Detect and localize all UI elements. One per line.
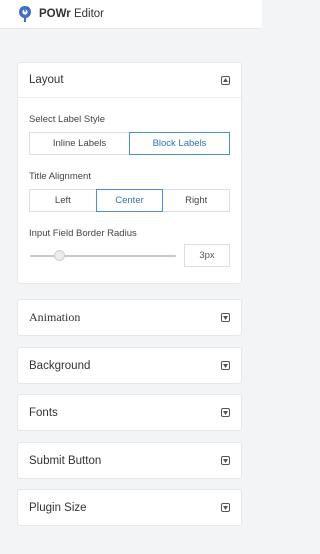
title-alignment-heading: Title Alignment bbox=[29, 171, 91, 182]
animation-panel: Animation bbox=[17, 299, 242, 336]
expand-down-icon[interactable] bbox=[221, 361, 230, 370]
expand-down-icon[interactable] bbox=[221, 313, 230, 322]
plugin-size-panel-header[interactable]: Plugin Size bbox=[18, 490, 241, 525]
editor-header: POWr Editor bbox=[0, 0, 262, 29]
expand-down-icon[interactable] bbox=[221, 503, 230, 512]
align-right-button[interactable]: Right bbox=[162, 189, 231, 212]
app-brand: POWr bbox=[39, 8, 71, 20]
submit-button-panel-header[interactable]: Submit Button bbox=[18, 443, 241, 478]
plugin-size-panel-title: Plugin Size bbox=[29, 501, 87, 514]
border-radius-heading: Input Field Border Radius bbox=[29, 228, 137, 239]
layout-panel-header[interactable]: Layout bbox=[18, 63, 241, 97]
fonts-panel-header[interactable]: Fonts bbox=[18, 395, 241, 430]
align-center-button[interactable]: Center bbox=[95, 189, 164, 212]
plugin-size-panel: Plugin Size bbox=[17, 489, 242, 526]
title-alignment-segmented: Left Center Right bbox=[29, 189, 231, 212]
block-labels-button[interactable]: Block Labels bbox=[129, 132, 230, 155]
powr-logo-icon bbox=[18, 5, 32, 23]
expand-down-icon[interactable] bbox=[221, 408, 230, 417]
border-radius-slider[interactable] bbox=[30, 249, 176, 261]
app-title-suffix: Editor bbox=[73, 8, 104, 20]
layout-panel-title: Layout bbox=[29, 74, 64, 86]
background-panel: Background bbox=[17, 347, 242, 384]
layout-panel: Layout Select Label Style Inline Labels … bbox=[17, 62, 242, 284]
fonts-panel-title: Fonts bbox=[29, 406, 58, 419]
submit-button-panel: Submit Button bbox=[17, 442, 242, 479]
collapse-up-icon[interactable] bbox=[221, 75, 230, 85]
app-title: POWr Editor bbox=[39, 8, 104, 20]
label-style-heading: Select Label Style bbox=[29, 114, 106, 125]
expand-down-icon[interactable] bbox=[221, 456, 230, 465]
inline-labels-button[interactable]: Inline Labels bbox=[29, 132, 130, 155]
background-panel-title: Background bbox=[29, 359, 91, 372]
border-radius-input[interactable]: 3px bbox=[184, 244, 230, 267]
border-radius-row: 3px bbox=[29, 244, 230, 267]
label-style-segmented: Inline Labels Block Labels bbox=[29, 132, 230, 155]
animation-panel-header[interactable]: Animation bbox=[18, 300, 241, 335]
animation-panel-title: Animation bbox=[29, 310, 81, 324]
align-left-button[interactable]: Left bbox=[29, 189, 97, 212]
fonts-panel: Fonts bbox=[17, 394, 242, 431]
background-panel-header[interactable]: Background bbox=[18, 348, 241, 383]
submit-button-panel-title: Submit Button bbox=[29, 454, 102, 467]
slider-thumb[interactable] bbox=[53, 249, 65, 261]
